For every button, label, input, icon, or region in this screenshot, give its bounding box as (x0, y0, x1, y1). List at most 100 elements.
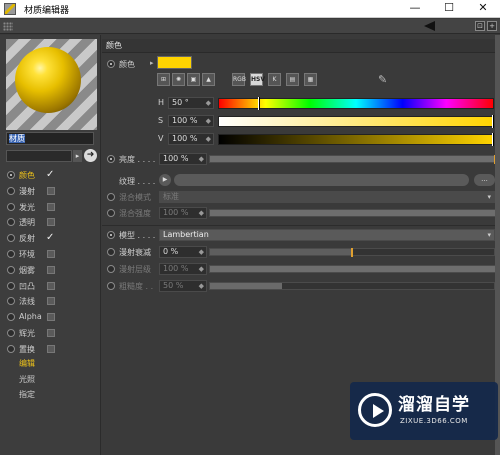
model-dropdown[interactable]: Lambertian ▾ (159, 229, 495, 241)
channel-radio[interactable] (7, 250, 15, 258)
brightness-slider[interactable] (209, 155, 496, 164)
picker-mode-button[interactable]: HSV (250, 73, 265, 86)
hsv-gradient-slider[interactable] (218, 115, 494, 128)
channel-radio[interactable] (7, 171, 15, 179)
channel-radio[interactable] (7, 313, 15, 322)
target-icon[interactable]: ➜ (84, 149, 97, 162)
preview-options-field[interactable] (6, 150, 72, 162)
picker-mode-button[interactable]: ▣ (187, 73, 200, 86)
channel-checkbox-checked[interactable]: ✓ (46, 233, 54, 243)
channel-checkbox[interactable] (47, 313, 55, 322)
channel-item[interactable]: 辉光 (6, 326, 98, 340)
sidebar-item[interactable]: 光照 (19, 374, 35, 385)
channel-radio[interactable] (7, 344, 15, 353)
channel-item[interactable]: 透明 (6, 215, 98, 229)
channel-item[interactable]: Alpha (6, 310, 98, 324)
picker-mode-button[interactable]: ✺ (172, 73, 185, 86)
hsv-gradient-slider[interactable] (218, 133, 494, 146)
minimize-button[interactable]: — (398, 0, 432, 18)
maximize-button[interactable]: ☐ (432, 0, 466, 18)
hsv-spinner-icon[interactable]: ◆ (206, 134, 211, 144)
channel-item[interactable]: 置换 (6, 342, 98, 356)
picker-mode-button[interactable]: RGB (232, 73, 246, 86)
channel-radio[interactable] (7, 329, 15, 337)
diffuse-level-spinner-icon[interactable]: ◆ (199, 264, 204, 274)
channel-checkbox-checked[interactable]: ✓ (46, 170, 54, 180)
swatch-menu-icon[interactable]: ▸ (150, 59, 154, 67)
channel-item[interactable]: 颜色 ✓ (6, 168, 98, 182)
channel-item[interactable]: 环境 (6, 247, 98, 261)
roughness-radio[interactable] (107, 282, 115, 290)
sidebar-item[interactable]: 指定 (19, 389, 35, 400)
channel-radio[interactable] (7, 281, 15, 290)
material-name-field[interactable]: 材质 (6, 132, 94, 145)
channel-item[interactable]: 反射 ✓ (6, 231, 98, 245)
roughness-value-field[interactable]: 50 % ◆ (159, 280, 207, 292)
mix-strength-value-field[interactable]: 100 % ◆ (159, 207, 207, 219)
channel-item[interactable]: 烟雾 (6, 263, 98, 277)
hsv-slider-knob[interactable] (492, 133, 494, 146)
channel-checkbox[interactable] (47, 202, 55, 211)
channel-checkbox[interactable] (47, 218, 55, 227)
hsv-slider-knob[interactable] (257, 97, 260, 110)
close-button[interactable]: ✕ (466, 0, 500, 18)
channel-radio[interactable] (7, 265, 15, 274)
hsv-value-field[interactable]: 100 % ◆ (168, 115, 214, 127)
channel-item[interactable]: 凹凸 (6, 279, 98, 293)
channel-radio[interactable] (7, 234, 15, 243)
channel-radio[interactable] (7, 202, 15, 211)
hsv-value-field[interactable]: 100 % ◆ (168, 133, 214, 145)
channel-checkbox[interactable] (47, 250, 55, 258)
hsv-gradient-slider[interactable] (218, 97, 494, 110)
roughness-spinner-icon[interactable]: ◆ (199, 281, 204, 291)
sidebar-item[interactable]: 编辑 (19, 358, 35, 369)
color-radio[interactable] (107, 60, 115, 68)
channel-checkbox[interactable] (47, 329, 55, 337)
texture-field[interactable] (174, 174, 469, 186)
texture-more-button[interactable]: ... (474, 174, 495, 186)
picker-mode-button[interactable]: ▤ (286, 73, 299, 86)
brightness-radio[interactable] (107, 155, 115, 163)
picker-mode-button[interactable]: ▦ (304, 73, 317, 86)
channel-item[interactable]: 发光 (6, 200, 98, 214)
hsv-spinner-icon[interactable]: ◆ (206, 116, 211, 126)
channel-item[interactable]: 法线 (6, 294, 98, 308)
diffuse-falloff-spinner-icon[interactable]: ◆ (199, 247, 204, 257)
channel-radio[interactable] (7, 297, 15, 306)
hsv-slider-knob[interactable] (492, 115, 494, 128)
back-arrow-icon[interactable] (424, 21, 435, 31)
roughness-slider[interactable] (209, 282, 495, 290)
texture-play-icon[interactable]: ▶ (159, 174, 171, 186)
channel-checkbox[interactable] (47, 265, 55, 274)
channel-checkbox[interactable] (47, 186, 55, 195)
channel-radio[interactable] (7, 186, 15, 195)
channel-radio[interactable] (7, 218, 15, 227)
grip-handle-icon[interactable] (3, 22, 13, 31)
channel-checkbox[interactable] (47, 281, 55, 290)
mix-mode-dropdown[interactable]: 标准 ▾ (159, 191, 495, 203)
channel-checkbox[interactable] (47, 297, 55, 306)
picker-mode-button[interactable]: ▲ (202, 73, 215, 86)
lock-icon[interactable]: ⊡ (475, 21, 485, 31)
channel-item[interactable]: 漫射 (6, 184, 98, 198)
expand-arrow-icon[interactable]: ▸ (73, 150, 82, 162)
picker-mode-button[interactable]: K (268, 73, 281, 86)
diffuse-level-radio[interactable] (107, 265, 115, 273)
brightness-value-field[interactable]: 100 % ◆ (159, 153, 207, 165)
eyedropper-icon[interactable]: ✎ (378, 73, 392, 87)
mix-strength-slider[interactable] (209, 209, 496, 217)
diffuse-falloff-radio[interactable] (107, 248, 115, 256)
model-radio[interactable] (107, 231, 115, 239)
diffuse-level-value-field[interactable]: 100 % ◆ (159, 263, 207, 275)
picker-mode-button[interactable]: ⊞ (157, 73, 170, 86)
mix-mode-radio[interactable] (107, 193, 115, 201)
mix-strength-spinner-icon[interactable]: ◆ (199, 208, 204, 218)
diffuse-falloff-slider[interactable] (209, 248, 495, 257)
color-swatch[interactable] (157, 56, 192, 69)
mix-strength-radio[interactable] (107, 209, 115, 217)
material-preview[interactable] (6, 39, 97, 130)
new-view-icon[interactable]: + (487, 21, 497, 31)
channel-checkbox[interactable] (47, 344, 55, 353)
brightness-spinner-icon[interactable]: ◆ (199, 154, 204, 164)
hsv-value-field[interactable]: 50 ° ◆ (168, 97, 214, 109)
